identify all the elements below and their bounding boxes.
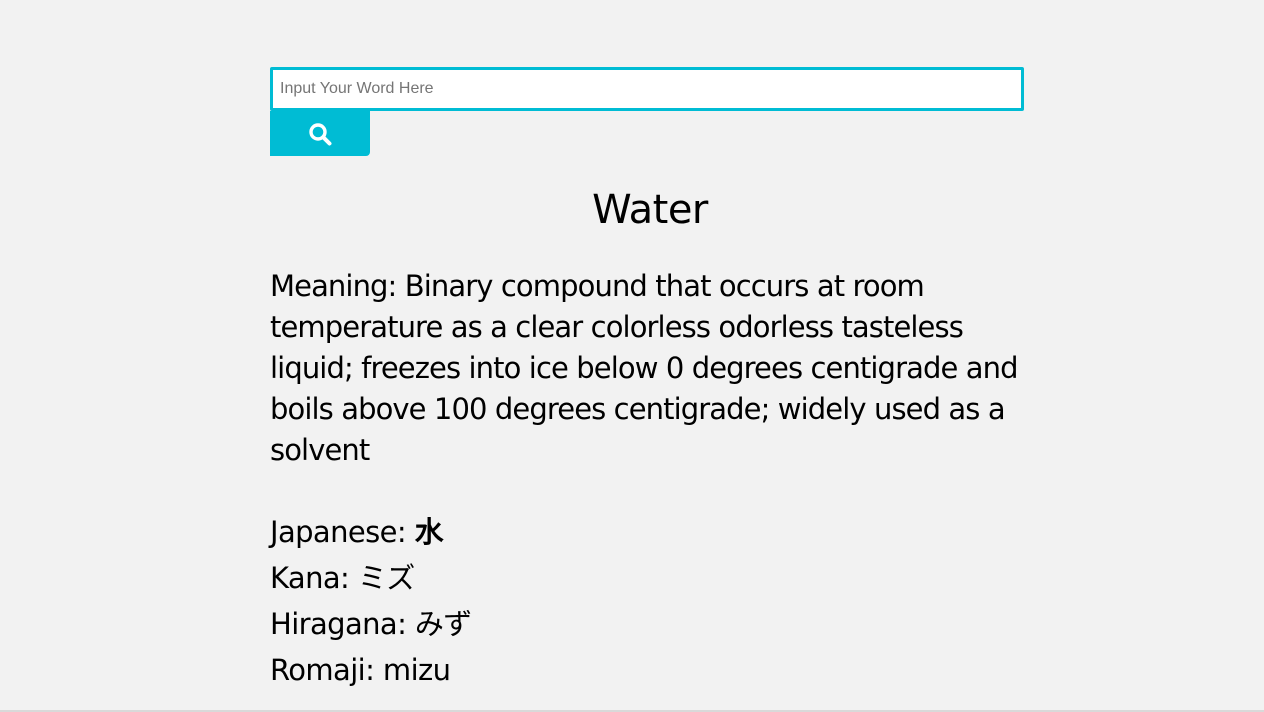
search-input[interactable] [270,67,1024,111]
page: Water Meaning: Binary compound that occu… [0,0,1264,712]
reading-value: 水 [414,515,444,549]
reading-romaji: Romaji: mizu [270,647,1030,693]
search-button[interactable] [270,111,370,156]
reading-value: mizu [382,653,451,687]
reading-value: みず [414,607,472,641]
reading-label: Romaji: [270,653,375,687]
word-title: Water [592,187,708,233]
reading-japanese: Japanese: 水 [270,509,1030,555]
reading-label: Japanese: [270,515,407,549]
reading-kana: Kana: ミズ [270,555,1030,601]
search-icon [308,122,332,146]
dictionary-container: Water Meaning: Binary compound that occu… [270,67,1030,693]
meaning-label: Meaning: [270,269,397,303]
reading-label: Kana: [270,561,350,595]
reading-value: ミズ [357,561,415,595]
meaning-text: Meaning: Binary compound that occurs at … [270,266,1040,471]
reading-hiragana: Hiragana: みず [270,601,1030,647]
readings-list: Japanese: 水 Kana: ミズ Hiragana: みず Romaji… [270,509,1030,693]
reading-label: Hiragana: [270,607,407,641]
